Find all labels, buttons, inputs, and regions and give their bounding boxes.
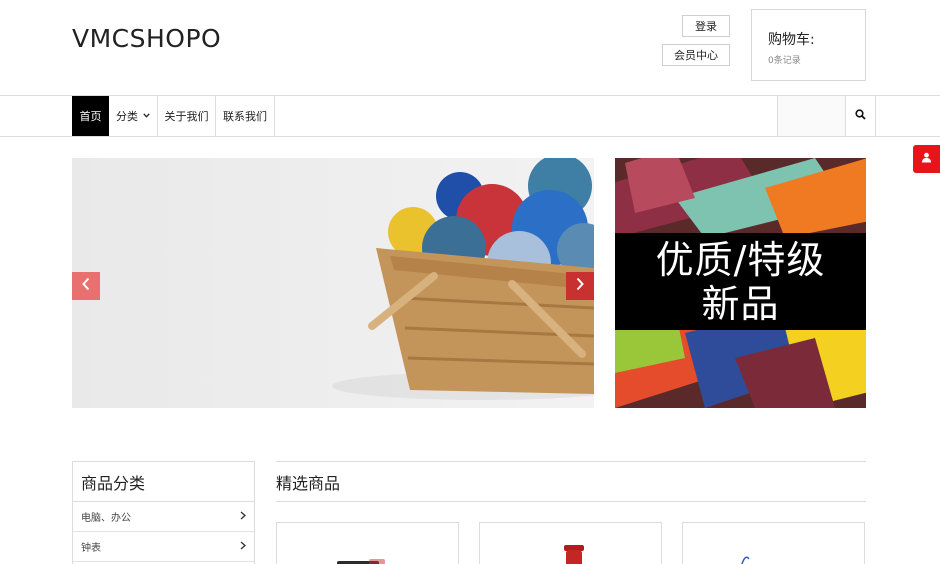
promo-line-2: 新品 xyxy=(701,281,780,326)
promo-banner[interactable]: 优质/特级 新品 xyxy=(615,158,866,408)
slider-next-button[interactable] xyxy=(566,272,594,300)
nav-item-home[interactable]: 首页 xyxy=(72,96,109,136)
nav-item-contact[interactable]: 联系我们 xyxy=(216,96,275,136)
login-button[interactable]: 登录 xyxy=(682,15,730,37)
cart-title: 购物车: xyxy=(768,32,815,48)
cart-count: 0条记录 xyxy=(768,56,801,66)
search-button[interactable] xyxy=(845,96,876,136)
product-image xyxy=(741,556,750,564)
category-item-watches[interactable]: 钟表 xyxy=(73,532,254,562)
side-user-button[interactable] xyxy=(913,145,940,173)
nav-item-categories-label: 分类 xyxy=(116,110,138,123)
site-logo[interactable]: VMCSHOPO xyxy=(72,24,221,53)
chevron-right-icon xyxy=(240,511,246,523)
yarn-basket-image xyxy=(332,158,594,400)
category-item-label: 电脑、办公 xyxy=(81,513,131,524)
featured-title: 精选商品 xyxy=(276,473,341,493)
nav-item-contact-label: 联系我们 xyxy=(223,110,267,123)
chevron-right-icon xyxy=(575,277,585,296)
featured-section-header: 精选商品 xyxy=(276,461,866,502)
category-item-label: 钟表 xyxy=(81,543,101,554)
chevron-left-icon xyxy=(81,277,91,296)
nav-item-about[interactable]: 关于我们 xyxy=(158,96,216,136)
member-center-button[interactable]: 会员中心 xyxy=(662,44,730,66)
promo-text-band: 优质/特级 新品 xyxy=(615,233,866,330)
product-image xyxy=(564,545,584,564)
category-panel-title: 商品分类 xyxy=(73,462,254,502)
product-card[interactable] xyxy=(276,522,459,564)
search-icon xyxy=(855,107,866,125)
main-navbar: 首页 分类 关于我们 联系我们 xyxy=(0,95,940,137)
category-item-computer-office[interactable]: 电脑、办公 xyxy=(73,502,254,532)
slider-prev-button[interactable] xyxy=(72,272,100,300)
nav-item-categories[interactable]: 分类 xyxy=(109,96,158,136)
hero-slider[interactable] xyxy=(72,158,594,408)
promo-line-1: 优质/特级 xyxy=(655,237,826,282)
product-card[interactable] xyxy=(479,522,662,564)
product-image xyxy=(337,559,385,564)
nav-item-home-label: 首页 xyxy=(79,110,102,123)
chevron-right-icon xyxy=(240,541,246,553)
user-icon xyxy=(921,150,932,168)
product-card[interactable] xyxy=(682,522,865,564)
cart-widget[interactable]: 购物车: 0条记录 xyxy=(751,9,866,81)
search-input[interactable] xyxy=(777,96,845,136)
category-panel: 商品分类 电脑、办公 钟表 xyxy=(72,461,255,564)
nav-item-about-label: 关于我们 xyxy=(164,110,209,123)
chevron-down-icon xyxy=(143,111,150,121)
